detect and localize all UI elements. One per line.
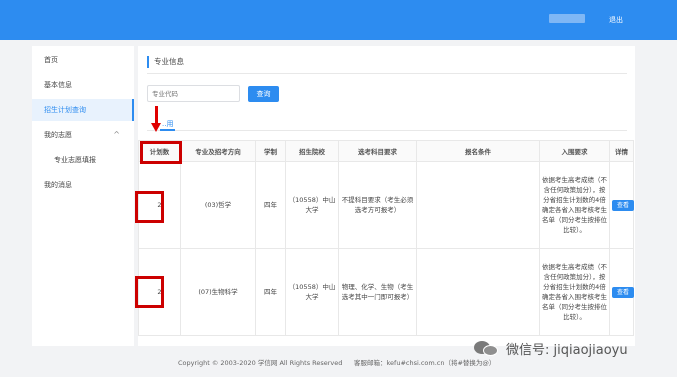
cell-subjects: 物理、化学、生物（考生选考其中一门即可报考）: [338, 248, 417, 336]
chevron-up-icon: ^: [113, 130, 120, 139]
sidebar-item-home[interactable]: 首页: [32, 49, 134, 71]
table-header-row: 计划数 专业及招考方向 学制 招生院校 选考科目要求 报名条件 入围要求 详情: [138, 140, 634, 162]
sidebar-item-label: 首页: [44, 56, 58, 64]
search-button[interactable]: 查询: [248, 86, 279, 102]
cell-admission: 依据考生高考成绩（不含任何政策加分），按分省招生计划数的4倍确定各省入围考核考生…: [539, 248, 610, 336]
copyright-text: Copyright © 2003-2020 学信网 All Rights Res…: [178, 359, 343, 367]
cell-major: (03)哲学: [180, 161, 256, 249]
sidebar-item-label: 招生计划查询: [44, 106, 86, 114]
sidebar-item-label: 我的消息: [44, 181, 72, 189]
annotation-box-row2: [135, 276, 164, 308]
sidebar-item-label: 专业志愿填报: [54, 156, 96, 164]
cell-years: 四年: [255, 161, 286, 249]
tab-active[interactable]: ..用: [160, 119, 176, 131]
cell-admission: 依据考生高考成绩（不含任何政策加分），按分省招生计划数的4倍确定各省入围考核考生…: [539, 161, 610, 249]
view-button[interactable]: 查看: [612, 199, 634, 211]
col-header-school: 招生院校: [285, 140, 339, 162]
sidebar-item-enrollment-plan[interactable]: 招生计划查询: [32, 99, 134, 121]
divider: [147, 73, 627, 74]
sidebar-item-label: 我的志愿: [44, 131, 72, 139]
cell-detail: 查看: [609, 161, 634, 249]
cell-school: （10558）中山大学: [285, 161, 339, 249]
cell-subjects: 不提科目要求（考生必须选考方可报考）: [338, 161, 417, 249]
wechat-watermark: 微信号: jiqiaojiaoyu: [474, 338, 628, 358]
col-header-detail: 详情: [609, 140, 634, 162]
table-row: 2 (07)生物科学 四年 （10558）中山大学 物理、化学、生物（考生选考其…: [138, 248, 634, 336]
col-header-condition: 报名条件: [416, 140, 540, 162]
cell-school: （10558）中山大学: [285, 248, 339, 336]
annotation-box-header: [140, 141, 182, 164]
table-row: 2 (03)哲学 四年 （10558）中山大学 不提科目要求（考生必须选考方可报…: [138, 161, 634, 249]
enrollment-table: 计划数 专业及招考方向 学制 招生院校 选考科目要求 报名条件 入围要求 详情 …: [138, 140, 634, 336]
sidebar-item-major-preference-fill[interactable]: 专业志愿填报: [32, 149, 134, 171]
col-header-subjects: 选考科目要求: [338, 140, 417, 162]
user-name-blurred[interactable]: [549, 14, 585, 23]
major-code-input[interactable]: [147, 85, 240, 102]
annotation-box-row1: [135, 191, 164, 223]
annotation-arrow-head: [151, 123, 161, 132]
watermark-text: 微信号: jiqiaojiaoyu: [506, 342, 628, 358]
cell-condition: [416, 248, 540, 336]
cell-years: 四年: [255, 248, 286, 336]
col-header-major: 专业及招考方向: [180, 140, 256, 162]
sidebar: 首页 基本信息 招生计划查询 我的志愿 ^ 专业志愿填报 我的消息: [32, 46, 134, 346]
cell-detail: 查看: [609, 248, 634, 336]
support-email: 客服邮箱：kefu#chsi.com.cn（将#替换为@）: [354, 359, 496, 367]
logout-link[interactable]: 退出: [609, 15, 623, 25]
col-header-admission: 入围要求: [539, 140, 610, 162]
view-button[interactable]: 查看: [612, 286, 634, 298]
top-navbar: 退出: [0, 0, 677, 40]
sidebar-item-label: 基本信息: [44, 81, 72, 89]
sidebar-item-my-messages[interactable]: 我的消息: [32, 174, 134, 196]
section-title: 专业信息: [147, 56, 184, 68]
cell-condition: [416, 161, 540, 249]
tab-bar: ..用: [147, 116, 627, 131]
wechat-icon: [474, 340, 500, 357]
cell-major: (07)生物科学: [180, 248, 256, 336]
col-header-years: 学制: [255, 140, 286, 162]
sidebar-item-my-preferences[interactable]: 我的志愿 ^: [32, 124, 134, 146]
sidebar-item-basic-info[interactable]: 基本信息: [32, 74, 134, 96]
